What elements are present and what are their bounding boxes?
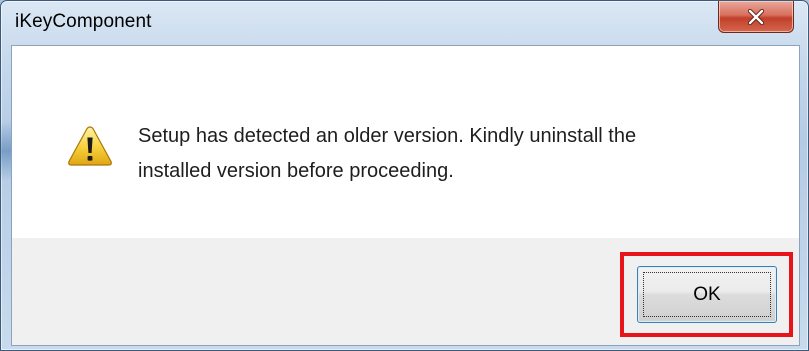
dialog-message: Setup has detected an older version. Kin… <box>138 125 637 182</box>
close-button[interactable] <box>718 1 794 33</box>
dialog-client-area: Setup has detected an older version. Kin… <box>11 45 800 346</box>
ok-button[interactable]: OK <box>637 266 777 323</box>
window-title: iKeyComponent <box>15 11 152 32</box>
title-bar[interactable]: iKeyComponent <box>1 1 808 45</box>
dialog-window: iKeyComponent Setup has detected an olde… <box>0 0 809 351</box>
warning-icon <box>68 126 112 166</box>
ok-button-label: OK <box>693 283 721 305</box>
message-panel: Setup has detected an older version. Kin… <box>12 46 799 238</box>
close-icon <box>747 8 765 25</box>
